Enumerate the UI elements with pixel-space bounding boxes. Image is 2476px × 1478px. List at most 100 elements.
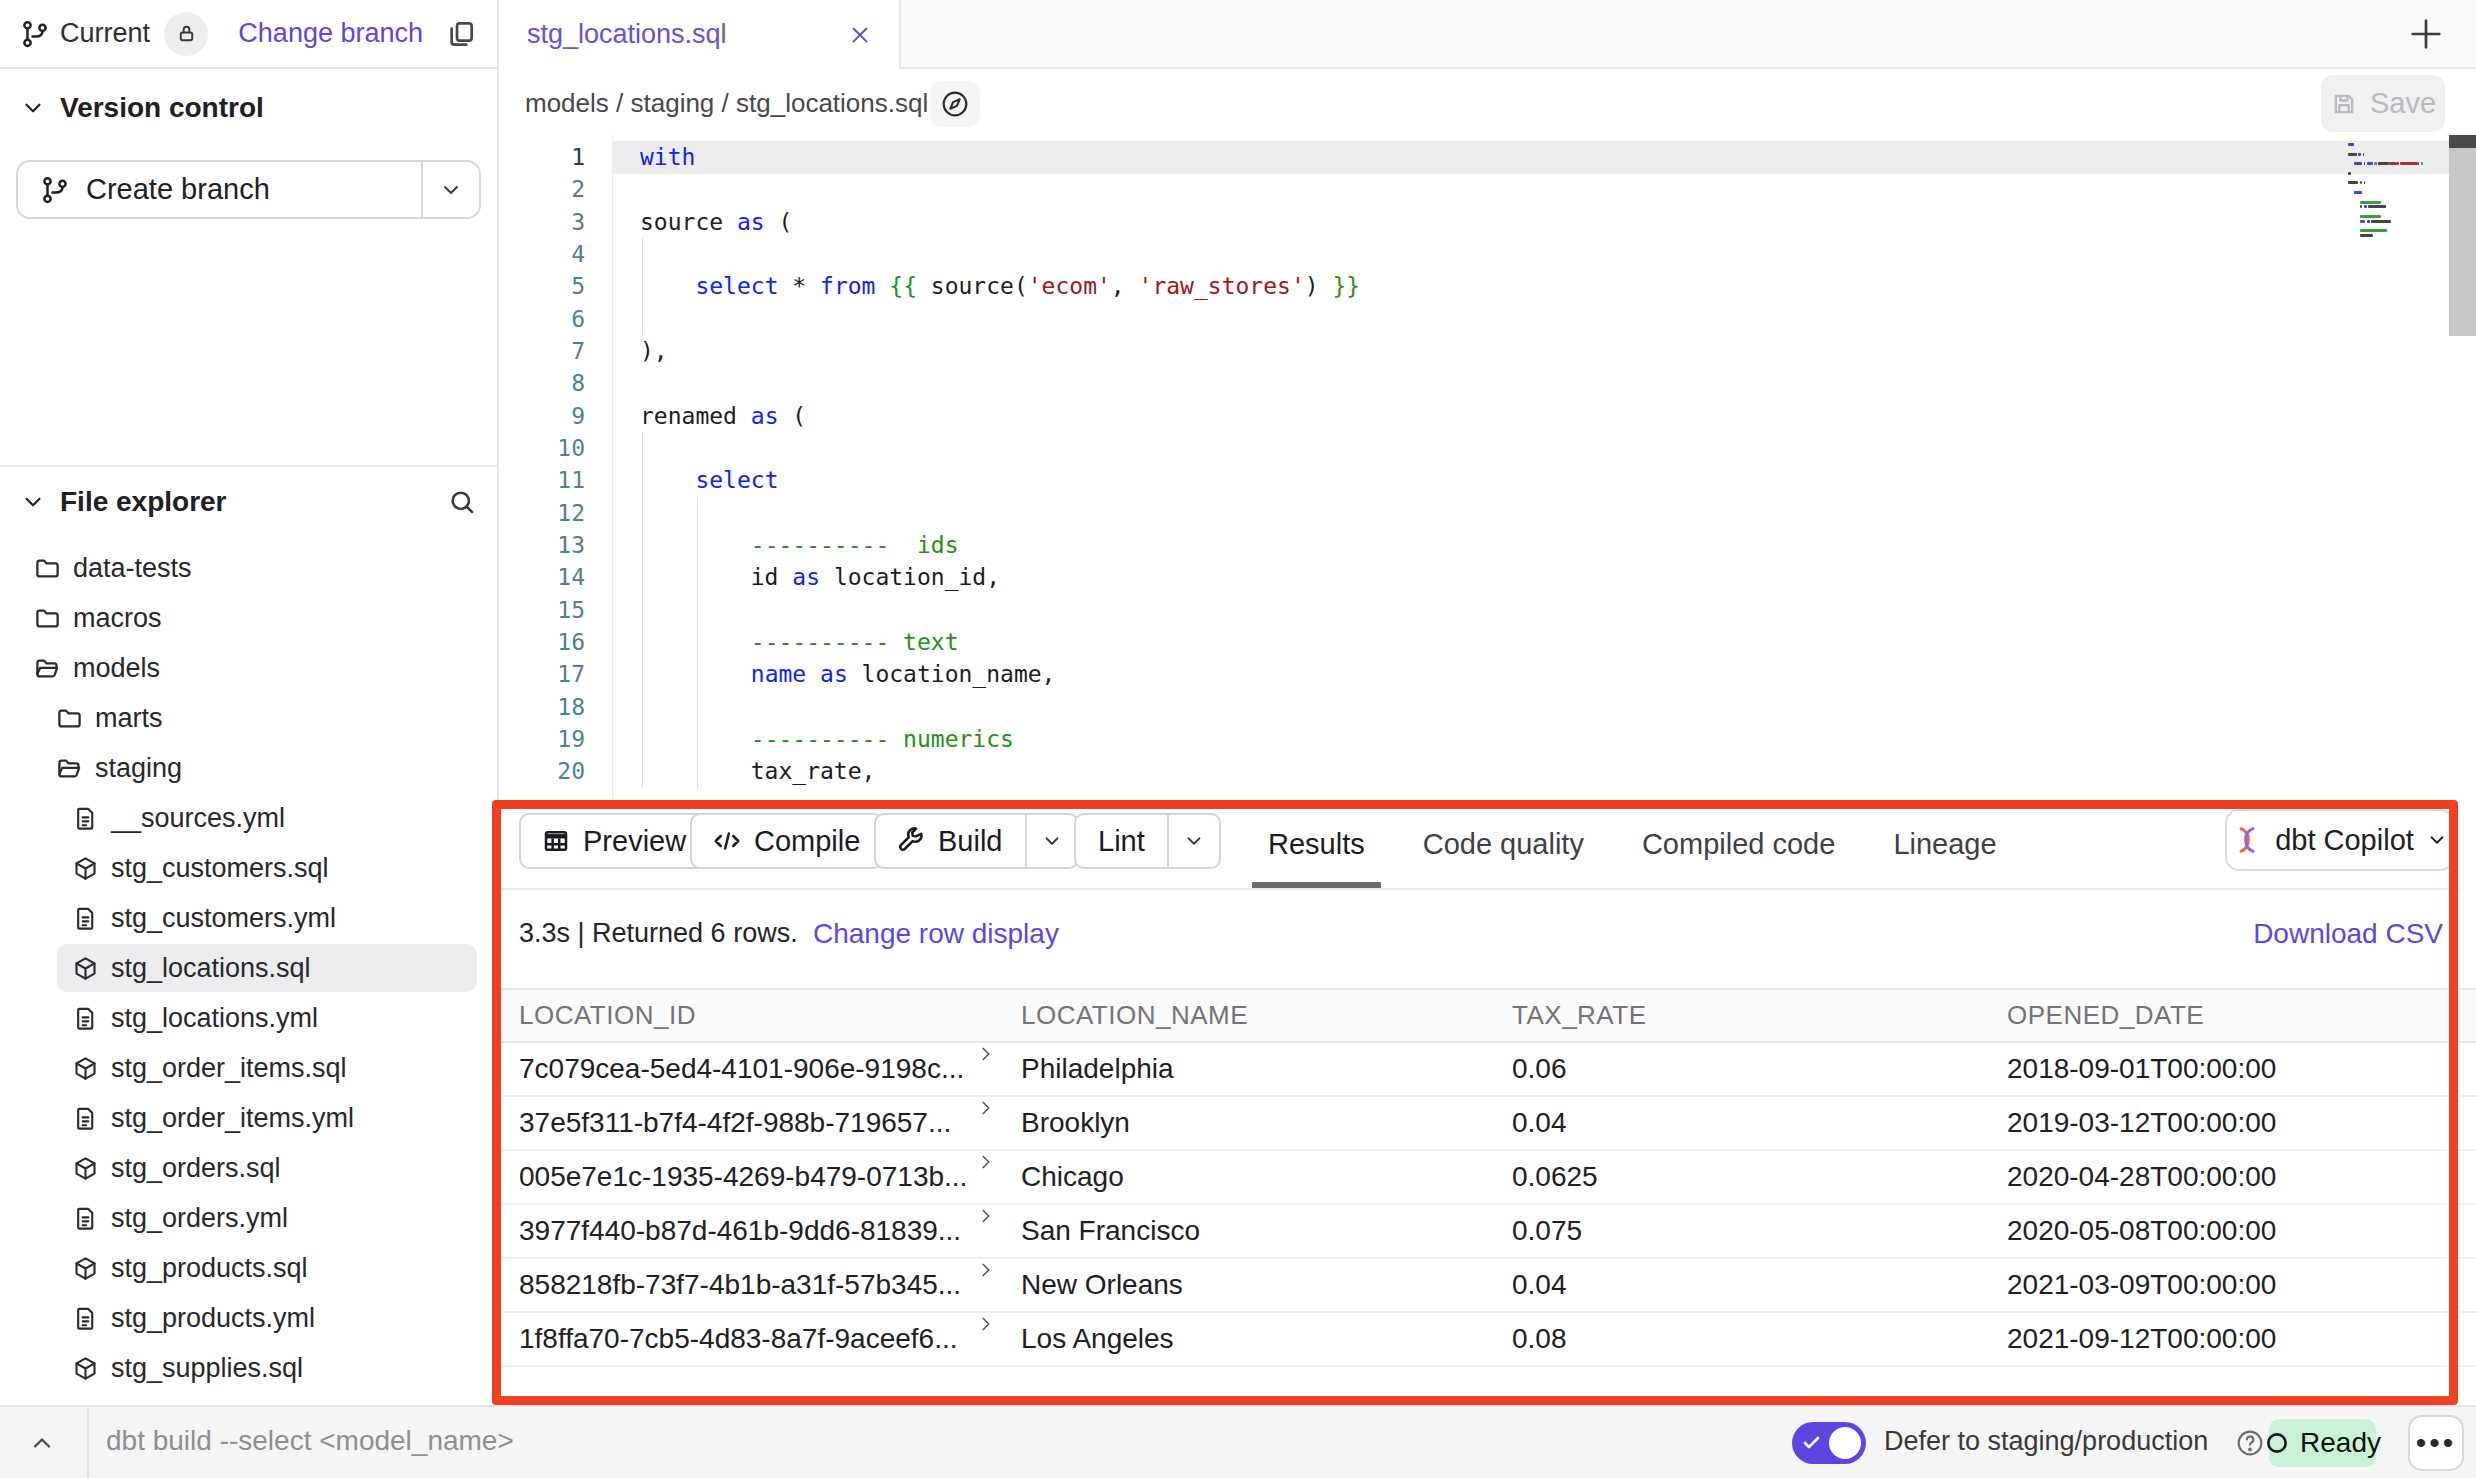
- folder-open-icon: [56, 755, 83, 782]
- tab-label: stg_locations.sql: [527, 19, 727, 50]
- table-row[interactable]: 005e7e1c-1935-4269-b479-0713b...Chicago0…: [501, 1151, 2476, 1205]
- sidebar: Current Change branch Version control Cr…: [0, 0, 499, 1405]
- table-row[interactable]: 3977f440-b87d-461b-9dd6-81839...San Fran…: [501, 1205, 2476, 1259]
- table-row[interactable]: 1f8ffa70-7cb5-4d83-8a7f-9aceef6... Los An…: [501, 1313, 2476, 1367]
- download-csv-link[interactable]: Download CSV: [2253, 918, 2443, 950]
- cell-location-id: 858218fb-73f7-4b1b-a31f-57b345...: [519, 1259, 961, 1311]
- chevron-right-icon[interactable]: [975, 1151, 997, 1173]
- chevron-right-icon[interactable]: [975, 1205, 997, 1227]
- cell-opened-date: 2018-09-01T00:00:00: [2007, 1043, 2276, 1095]
- table-row[interactable]: 37e5f311-b7f4-4f2f-988b-719657...Brookly…: [501, 1097, 2476, 1151]
- tab-compiled-code[interactable]: Compiled code: [1642, 800, 1835, 889]
- change-branch-link[interactable]: Change branch: [238, 18, 423, 49]
- cell-location-id: 1f8ffa70-7cb5-4d83-8a7f-9aceef6...: [519, 1313, 957, 1365]
- file-item-stg-products-yml[interactable]: stg_products.yml: [0, 1293, 497, 1343]
- build-button[interactable]: Build: [874, 813, 1079, 869]
- table-row[interactable]: 7c079cea-5ed4-4101-906e-9198c...Philadel…: [501, 1043, 2476, 1097]
- tab-bar: stg_locations.sql: [501, 0, 2476, 69]
- cell-location-id: 3977f440-b87d-461b-9dd6-81839...: [519, 1205, 961, 1257]
- create-branch-label: Create branch: [86, 173, 270, 206]
- column-header-location_name: LOCATION_NAME: [1021, 990, 1248, 1041]
- file-explorer-header[interactable]: File explorer: [0, 467, 497, 537]
- git-branch-icon: [40, 175, 70, 205]
- chevron-right-icon[interactable]: [975, 1259, 997, 1281]
- preview-label: Preview: [583, 825, 686, 858]
- folder-icon: [56, 705, 83, 732]
- chevron-right-icon[interactable]: [975, 1043, 997, 1065]
- cell-opened-date: 2021-09-12T00:00:00: [2007, 1313, 2276, 1365]
- tab-results[interactable]: Results: [1268, 800, 1365, 889]
- file-item-marts[interactable]: marts: [0, 693, 497, 743]
- model-icon: [72, 1155, 99, 1182]
- cell-opened-date: 2021-03-09T00:00:00: [2007, 1259, 2276, 1311]
- file-item-data-tests[interactable]: data-tests: [0, 543, 497, 593]
- more-options-button[interactable]: •••: [2408, 1415, 2464, 1471]
- compass-icon[interactable]: [930, 81, 980, 127]
- branch-row: Current Change branch: [0, 0, 497, 69]
- code-editor[interactable]: 1234567891011121314151617181920 withsour…: [501, 135, 2476, 800]
- file-icon: [72, 805, 99, 832]
- file-item-stg-orders-yml[interactable]: stg_orders.yml: [0, 1193, 497, 1243]
- create-branch-button[interactable]: Create branch: [16, 160, 481, 219]
- tab-lineage[interactable]: Lineage: [1893, 800, 1996, 889]
- file-item-label: staging: [95, 753, 182, 784]
- file-item-stg-supplies-sql[interactable]: stg_supplies.sql: [0, 1343, 497, 1393]
- file-item-stg-products-sql[interactable]: stg_products.sql: [0, 1243, 497, 1293]
- file-item-models[interactable]: models: [0, 643, 497, 693]
- help-icon[interactable]: [2234, 1427, 2266, 1459]
- defer-toggle[interactable]: [1792, 1422, 1866, 1464]
- file-item-stg-locations-sql[interactable]: stg_locations.sql: [0, 943, 497, 993]
- file-item-stg-order-items-yml[interactable]: stg_order_items.yml: [0, 1093, 497, 1143]
- branch-lock-badge: [164, 12, 208, 56]
- lint-dropdown[interactable]: [1167, 815, 1219, 867]
- file-item--sources-yml[interactable]: __sources.yml: [0, 793, 497, 843]
- model-icon: [72, 1255, 99, 1282]
- change-row-display-link[interactable]: Change row display: [813, 918, 1059, 950]
- chevron-right-icon[interactable]: [975, 1313, 997, 1335]
- copy-icon[interactable]: [445, 18, 477, 50]
- compile-button[interactable]: Compile: [690, 813, 884, 869]
- command-input[interactable]: dbt build --select <model_name>: [106, 1425, 514, 1457]
- chevron-up-icon[interactable]: [28, 1429, 56, 1457]
- chevron-down-icon: [20, 95, 46, 121]
- search-icon[interactable]: [447, 487, 477, 517]
- save-button[interactable]: Save: [2321, 75, 2445, 132]
- version-control-header[interactable]: Version control: [0, 80, 284, 136]
- file-item-macros[interactable]: macros: [0, 593, 497, 643]
- tab-stg-locations-sql[interactable]: stg_locations.sql: [501, 0, 901, 69]
- file-item-staging[interactable]: staging: [0, 743, 497, 793]
- file-icon: [72, 1105, 99, 1132]
- file-item-stg-customers-sql[interactable]: stg_customers.sql: [0, 843, 497, 893]
- preview-button[interactable]: Preview: [519, 813, 710, 869]
- status-ring-icon: [2264, 1430, 2290, 1456]
- table-header: LOCATION_IDLOCATION_NAMETAX_RATEOPENED_D…: [501, 988, 2476, 1043]
- create-branch-dropdown[interactable]: [421, 162, 479, 217]
- new-tab-button[interactable]: [2406, 14, 2446, 54]
- scrollbar-top: [2449, 135, 2476, 148]
- current-branch-label: Current: [60, 18, 150, 49]
- file-item-stg-locations-yml[interactable]: stg_locations.yml: [0, 993, 497, 1043]
- file-item-stg-orders-sql[interactable]: stg_orders.sql: [0, 1143, 497, 1193]
- folder-open-icon: [34, 655, 61, 682]
- close-icon[interactable]: [847, 22, 873, 48]
- dbt-copilot-label: dbt Copilot: [2275, 824, 2414, 857]
- dbt-copilot-button[interactable]: dbt Copilot: [2225, 809, 2454, 871]
- folder-icon: [34, 605, 61, 632]
- file-item-label: macros: [73, 603, 162, 634]
- column-header-location_id: LOCATION_ID: [519, 990, 696, 1041]
- cell-location-id: 005e7e1c-1935-4269-b479-0713b...: [519, 1151, 967, 1203]
- cell-tax-rate: 0.08: [1512, 1313, 1567, 1365]
- file-item-stg-order-items-sql[interactable]: stg_order_items.sql: [0, 1043, 497, 1093]
- table-row[interactable]: 858218fb-73f7-4b1b-a31f-57b345...New Orl…: [501, 1259, 2476, 1313]
- scrollbar-thumb[interactable]: [2449, 148, 2476, 336]
- cell-location-name: Los Angeles: [1021, 1313, 1174, 1365]
- file-item-stg-customers-yml[interactable]: stg_customers.yml: [0, 893, 497, 943]
- lint-button[interactable]: Lint: [1074, 813, 1221, 869]
- tab-code-quality[interactable]: Code quality: [1423, 800, 1584, 889]
- cell-location-name: Chicago: [1021, 1151, 1124, 1203]
- ready-status-badge[interactable]: Ready: [2269, 1419, 2376, 1467]
- chevron-right-icon[interactable]: [975, 1097, 997, 1119]
- build-dropdown[interactable]: [1025, 815, 1077, 867]
- file-explorer-title: File explorer: [60, 486, 227, 518]
- model-icon: [72, 1055, 99, 1082]
